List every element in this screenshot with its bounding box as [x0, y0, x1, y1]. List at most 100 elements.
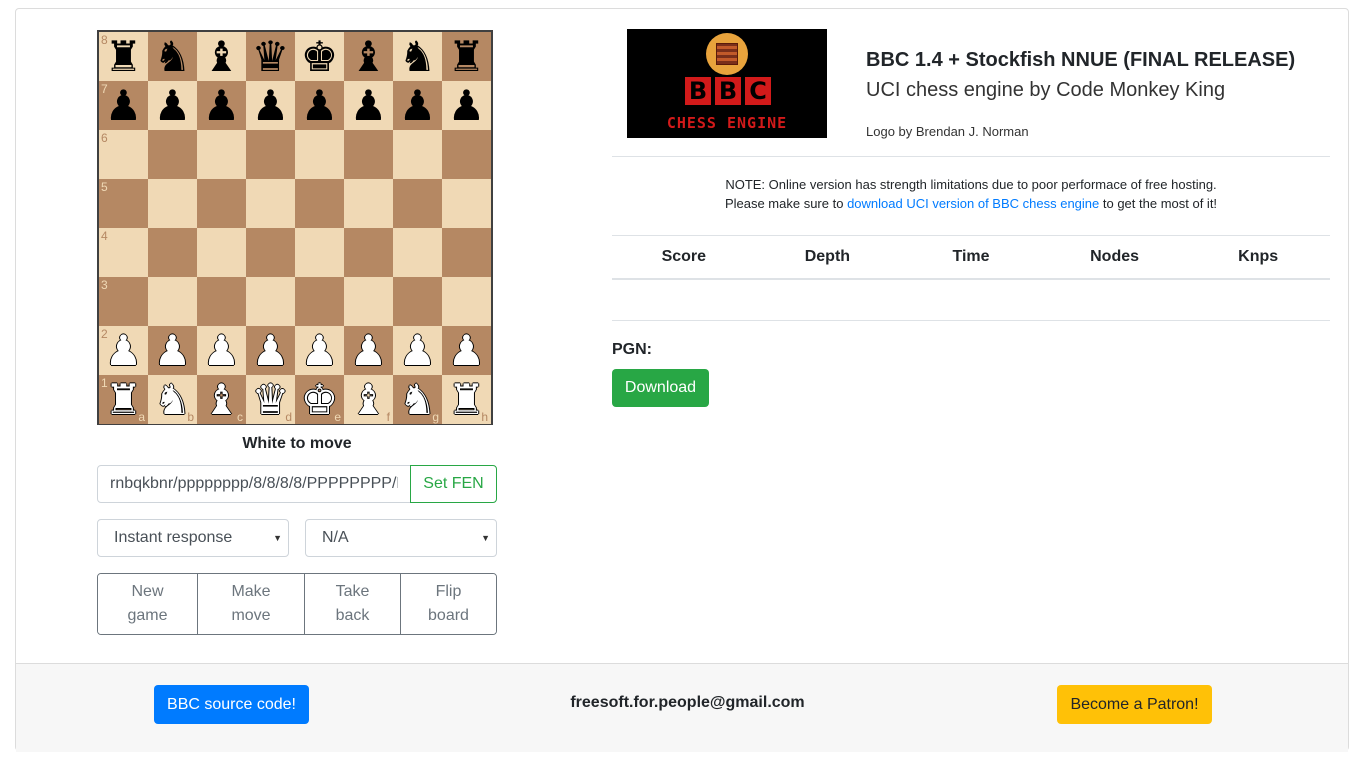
white-pawn-icon[interactable]: ♟ [295, 326, 344, 375]
square-b3[interactable] [148, 277, 197, 326]
square-b7[interactable]: ♟ [148, 81, 197, 130]
set-fen-button[interactable]: Set FEN [410, 465, 497, 503]
square-g1[interactable]: g ♞ [393, 375, 442, 424]
black-pawn-icon[interactable]: ♟ [442, 81, 491, 130]
black-pawn-icon[interactable]: ♟ [197, 81, 246, 130]
square-h8[interactable]: ♜ [442, 32, 491, 81]
square-c5[interactable] [197, 179, 246, 228]
white-king-icon[interactable]: ♚ [295, 375, 344, 424]
square-c8[interactable]: ♝ [197, 32, 246, 81]
square-f6[interactable] [344, 130, 393, 179]
square-e3[interactable] [295, 277, 344, 326]
square-f3[interactable] [344, 277, 393, 326]
new-game-button[interactable]: New game [98, 574, 198, 634]
white-pawn-icon[interactable]: ♟ [393, 326, 442, 375]
white-knight-icon[interactable]: ♞ [393, 375, 442, 424]
square-g3[interactable] [393, 277, 442, 326]
take-back-button[interactable]: Take back [305, 574, 401, 634]
square-c7[interactable]: ♟ [197, 81, 246, 130]
square-f4[interactable] [344, 228, 393, 277]
square-a6[interactable]: 6 [99, 130, 148, 179]
black-rook-icon[interactable]: ♜ [99, 32, 148, 81]
square-e5[interactable] [295, 179, 344, 228]
download-pgn-button[interactable]: Download [612, 369, 709, 407]
black-pawn-icon[interactable]: ♟ [344, 81, 393, 130]
source-code-button[interactable]: BBC source code! [154, 685, 309, 724]
black-queen-icon[interactable]: ♛ [246, 32, 295, 81]
white-bishop-icon[interactable]: ♝ [344, 375, 393, 424]
response-time-select[interactable]: Instant response ▼ [97, 519, 289, 557]
square-g6[interactable] [393, 130, 442, 179]
square-g2[interactable]: ♟ [393, 326, 442, 375]
square-g5[interactable] [393, 179, 442, 228]
white-pawn-icon[interactable]: ♟ [148, 326, 197, 375]
square-d8[interactable]: ♛ [246, 32, 295, 81]
square-h1[interactable]: h ♜ [442, 375, 491, 424]
square-e7[interactable]: ♟ [295, 81, 344, 130]
square-f1[interactable]: f ♝ [344, 375, 393, 424]
square-b4[interactable] [148, 228, 197, 277]
white-pawn-icon[interactable]: ♟ [344, 326, 393, 375]
make-move-button[interactable]: Make move [198, 574, 305, 634]
flip-board-button[interactable]: Flip board [401, 574, 496, 634]
square-c1[interactable]: c ♝ [197, 375, 246, 424]
square-a5[interactable]: 5 [99, 179, 148, 228]
square-h4[interactable] [442, 228, 491, 277]
square-f5[interactable] [344, 179, 393, 228]
black-pawn-icon[interactable]: ♟ [393, 81, 442, 130]
white-rook-icon[interactable]: ♜ [442, 375, 491, 424]
black-bishop-icon[interactable]: ♝ [344, 32, 393, 81]
square-d5[interactable] [246, 179, 295, 228]
square-b5[interactable] [148, 179, 197, 228]
square-e2[interactable]: ♟ [295, 326, 344, 375]
black-rook-icon[interactable]: ♜ [442, 32, 491, 81]
square-h3[interactable] [442, 277, 491, 326]
square-f7[interactable]: ♟ [344, 81, 393, 130]
chess-board[interactable]: 8 ♜ ♞ ♝ ♛ ♚ ♝ ♞ ♜ 7 ♟ ♟ ♟ ♟ ♟ ♟ ♟ ♟ 6 5 4 3 2 ♟ ♟ ♟ ♟ ♟ ♟ ♟ ♟ 1 a ♜ b ♞ c ♝ d ♛… [97, 30, 493, 425]
square-a3[interactable]: 3 [99, 277, 148, 326]
black-king-icon[interactable]: ♚ [295, 32, 344, 81]
square-h6[interactable] [442, 130, 491, 179]
black-pawn-icon[interactable]: ♟ [148, 81, 197, 130]
download-uci-link[interactable]: download UCI version of BBC chess engine [847, 196, 1099, 211]
square-d2[interactable]: ♟ [246, 326, 295, 375]
square-h7[interactable]: ♟ [442, 81, 491, 130]
square-g7[interactable]: ♟ [393, 81, 442, 130]
square-a1[interactable]: 1 a ♜ [99, 375, 148, 424]
square-b8[interactable]: ♞ [148, 32, 197, 81]
black-pawn-icon[interactable]: ♟ [99, 81, 148, 130]
white-pawn-icon[interactable]: ♟ [442, 326, 491, 375]
black-knight-icon[interactable]: ♞ [148, 32, 197, 81]
square-b2[interactable]: ♟ [148, 326, 197, 375]
black-knight-icon[interactable]: ♞ [393, 32, 442, 81]
square-c4[interactable] [197, 228, 246, 277]
white-queen-icon[interactable]: ♛ [246, 375, 295, 424]
square-h2[interactable]: ♟ [442, 326, 491, 375]
black-pawn-icon[interactable]: ♟ [246, 81, 295, 130]
square-f8[interactable]: ♝ [344, 32, 393, 81]
square-g4[interactable] [393, 228, 442, 277]
square-d6[interactable] [246, 130, 295, 179]
square-c6[interactable] [197, 130, 246, 179]
square-b1[interactable]: b ♞ [148, 375, 197, 424]
square-e6[interactable] [295, 130, 344, 179]
square-c3[interactable] [197, 277, 246, 326]
square-a2[interactable]: 2 ♟ [99, 326, 148, 375]
square-f2[interactable]: ♟ [344, 326, 393, 375]
square-d7[interactable]: ♟ [246, 81, 295, 130]
square-d1[interactable]: d ♛ [246, 375, 295, 424]
white-pawn-icon[interactable]: ♟ [197, 326, 246, 375]
black-pawn-icon[interactable]: ♟ [295, 81, 344, 130]
square-h5[interactable] [442, 179, 491, 228]
white-bishop-icon[interactable]: ♝ [197, 375, 246, 424]
square-a8[interactable]: 8 ♜ [99, 32, 148, 81]
white-pawn-icon[interactable]: ♟ [246, 326, 295, 375]
square-d3[interactable] [246, 277, 295, 326]
square-d4[interactable] [246, 228, 295, 277]
square-a7[interactable]: 7 ♟ [99, 81, 148, 130]
depth-select[interactable]: N/A ▼ [305, 519, 497, 557]
square-a4[interactable]: 4 [99, 228, 148, 277]
square-e4[interactable] [295, 228, 344, 277]
patron-button[interactable]: Become a Patron! [1057, 685, 1212, 724]
white-rook-icon[interactable]: ♜ [99, 375, 148, 424]
